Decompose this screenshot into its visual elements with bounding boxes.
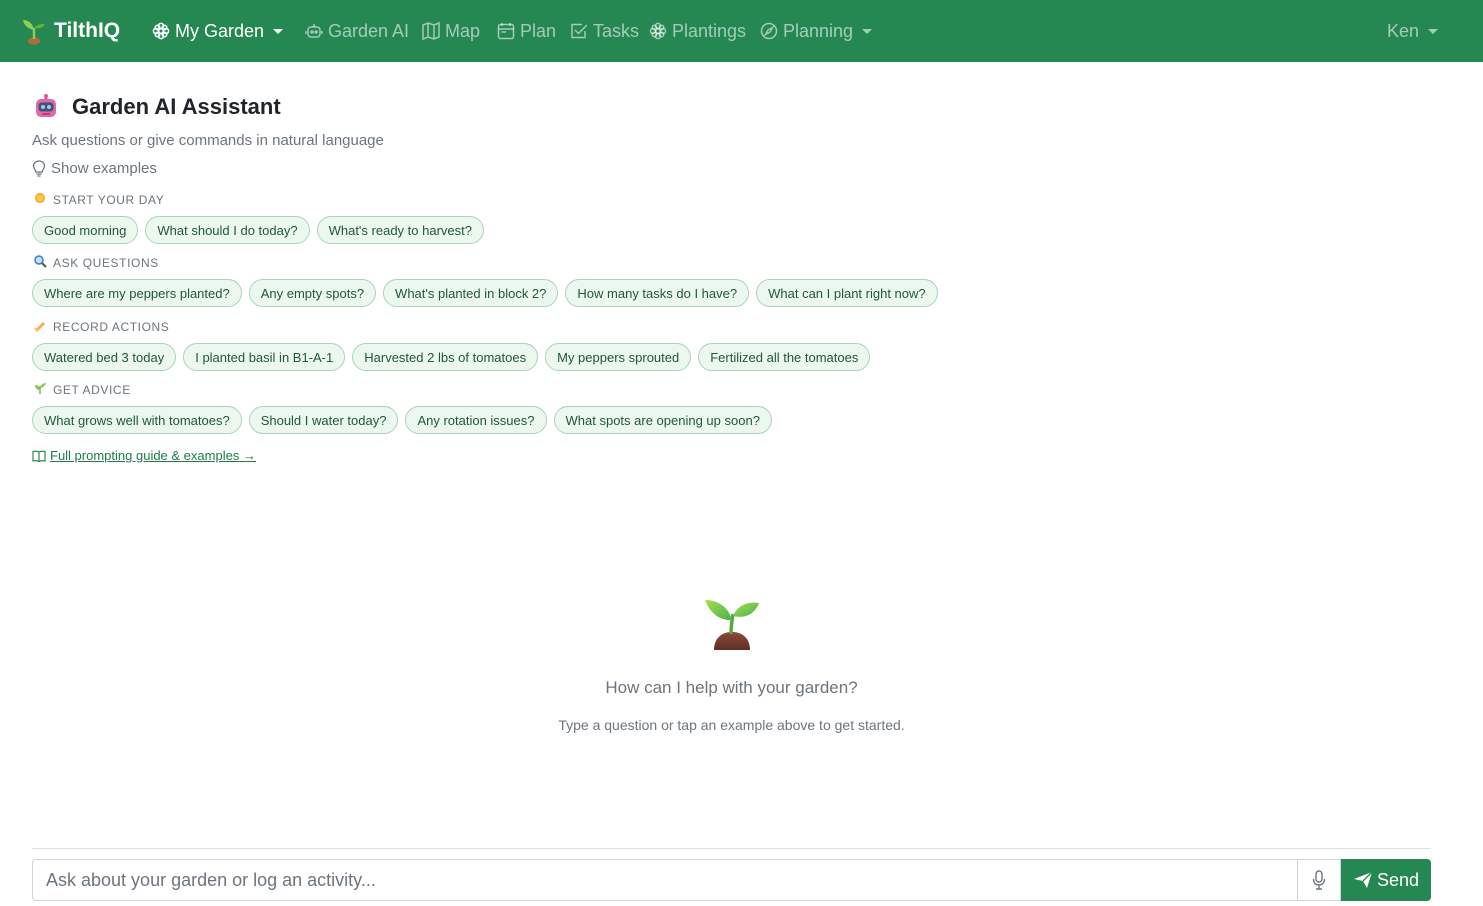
nav-planning-label: Planning: [783, 20, 854, 41]
section-record-actions: RECORD ACTIONS: [33, 319, 169, 335]
example-chip[interactable]: Fertilized all the tomatoes: [698, 343, 871, 371]
example-chip[interactable]: Good morning: [32, 216, 139, 244]
example-chip[interactable]: Where are my peppers planted?: [32, 279, 242, 307]
example-chip[interactable]: What can I plant right now?: [756, 279, 938, 307]
example-chip[interactable]: Any rotation issues?: [405, 406, 547, 434]
prompting-guide-link[interactable]: Full prompting guide & examples →: [50, 448, 256, 463]
chevron-down-icon: [862, 28, 873, 34]
send-icon: [1353, 871, 1373, 888]
example-chip[interactable]: Watered bed 3 today: [32, 343, 177, 371]
flower-icon: [649, 22, 667, 40]
section-label: ASK QUESTIONS: [53, 256, 159, 270]
example-chip[interactable]: Should I water today?: [248, 406, 399, 434]
nav-garden-ai-label: Garden AI: [328, 20, 410, 41]
calendar-icon: [497, 23, 515, 40]
nav-plan[interactable]: Plan: [497, 0, 556, 62]
magnifier-icon: [33, 255, 47, 271]
chat-input[interactable]: [32, 859, 1297, 901]
example-chip[interactable]: How many tasks do I have?: [565, 279, 750, 307]
example-chip[interactable]: What should I do today?: [145, 216, 310, 244]
nav-planning[interactable]: Planning: [760, 0, 873, 62]
page-header: Garden AI Assistant: [33, 94, 281, 120]
nav-map[interactable]: Map: [422, 0, 480, 62]
brand-link[interactable]: TilthIQ: [22, 0, 120, 62]
section-label: GET ADVICE: [53, 383, 131, 397]
section-get-advice: GET ADVICE: [33, 382, 131, 398]
herb-icon: [33, 382, 47, 398]
map-icon: [422, 22, 440, 40]
writing-hand-icon: [33, 319, 47, 335]
send-button[interactable]: Send: [1341, 859, 1431, 901]
nav-map-label: Map: [445, 20, 481, 41]
section-label: START YOUR DAY: [53, 192, 165, 207]
show-examples-toggle[interactable]: Show examples: [32, 160, 157, 177]
nav-plan-label: Plan: [520, 20, 557, 41]
composer: Send: [32, 859, 1431, 901]
microphone-icon: [1312, 870, 1326, 890]
empty-state-subtitle: Type a question or tap an example above …: [558, 717, 905, 733]
page-title: Garden AI Assistant: [72, 94, 281, 119]
flower-icon: [152, 22, 170, 40]
nav-plantings-label: Plantings: [672, 20, 747, 41]
page-subtitle: Ask questions or give commands in natura…: [32, 132, 384, 149]
empty-state-title: How can I help with your garden?: [605, 678, 858, 697]
example-chip[interactable]: What's planted in block 2?: [383, 279, 559, 307]
section-start-your-day: START YOUR DAY: [33, 192, 164, 207]
nav-my-garden-label: My Garden: [175, 20, 265, 41]
nav-my-garden[interactable]: My Garden: [152, 0, 284, 62]
example-chip[interactable]: I planted basil in B1-A-1: [183, 343, 346, 371]
example-chip[interactable]: What spots are opening up soon?: [553, 406, 772, 434]
seedling-icon: [705, 600, 759, 650]
nav-tasks-label: Tasks: [593, 20, 640, 41]
voice-input-button[interactable]: [1297, 859, 1341, 901]
book-icon: [32, 450, 46, 462]
sun-icon: [33, 192, 47, 207]
example-chip[interactable]: My peppers sprouted: [545, 343, 692, 371]
user-name: Ken: [1387, 20, 1420, 41]
seedling-logo-icon: [23, 20, 45, 45]
robot-icon: [305, 24, 323, 38]
section-label: RECORD ACTIONS: [53, 320, 170, 334]
user-menu[interactable]: Ken: [1387, 0, 1439, 62]
robot-emoji-icon: [36, 94, 56, 117]
chevron-down-icon: [273, 28, 284, 34]
send-label: Send: [1376, 869, 1420, 890]
chip-row-ask-questions: Where are my peppers planted? Any empty …: [32, 279, 938, 307]
show-examples-label: Show examples: [51, 160, 157, 177]
section-ask-questions: ASK QUESTIONS: [33, 255, 159, 271]
chevron-down-icon: [1428, 28, 1439, 34]
chip-row-record-actions: Watered bed 3 today I planted basil in B…: [32, 343, 871, 371]
check-square-icon: [571, 23, 588, 39]
example-chip[interactable]: Harvested 2 lbs of tomatoes: [352, 343, 539, 371]
chip-row-start-your-day: Good morning What should I do today? Wha…: [32, 216, 484, 244]
example-chip[interactable]: What's ready to harvest?: [316, 216, 484, 244]
nav-garden-ai[interactable]: Garden AI: [305, 0, 409, 62]
lightbulb-icon: [32, 160, 46, 177]
chip-row-get-advice: What grows well with tomatoes? Should I …: [32, 406, 772, 434]
brand-name: TilthIQ: [54, 19, 121, 42]
compass-icon: [760, 22, 778, 40]
example-chip[interactable]: What grows well with tomatoes?: [32, 406, 242, 434]
composer-divider: [32, 848, 1431, 849]
guide-row: Full prompting guide & examples →: [32, 448, 256, 463]
nav-tasks[interactable]: Tasks: [570, 0, 639, 62]
nav-plantings[interactable]: Plantings: [649, 0, 746, 62]
example-chip[interactable]: Any empty spots?: [248, 279, 377, 307]
top-navbar: TilthIQ My Garden Garden AI Map Plan Tas…: [0, 0, 1483, 62]
